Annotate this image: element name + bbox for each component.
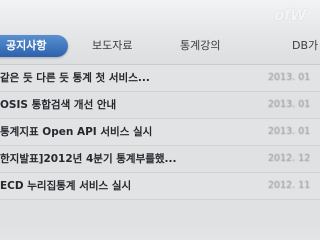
tab-statistics-lectures[interactable]: 통계강의 bbox=[180, 35, 220, 57]
tab-notices[interactable]: 공지사항 bbox=[0, 35, 68, 57]
tab-bar: 공지사항 보도자료 통계강의 DB가 bbox=[0, 28, 320, 65]
notice-title[interactable]: 같은 듯 다른 듯 통계 첫 서비스... bbox=[0, 65, 262, 91]
notice-date: 2013. 01 bbox=[268, 72, 311, 83]
list-item[interactable]: OSIS 통합검색 개선 안내 2013. 01 bbox=[0, 92, 320, 119]
notice-date: 2013. 01 bbox=[268, 126, 311, 137]
notice-date: 2013. 01 bbox=[268, 99, 311, 110]
notice-title[interactable]: OSIS 통합검색 개선 안내 bbox=[0, 92, 262, 118]
list-item[interactable]: 한지발표]2012년 4분기 통계부를했... 2012. 12 bbox=[0, 146, 320, 173]
notice-title[interactable]: 한지발표]2012년 4분기 통계부를했... bbox=[0, 146, 262, 172]
top-strip bbox=[0, 0, 320, 28]
notice-date: 2012. 11 bbox=[268, 180, 311, 191]
tab-press-releases[interactable]: 보도자료 bbox=[92, 35, 132, 57]
list-item[interactable]: ECD 누리집통계 서비스 실시 2012. 11 bbox=[0, 173, 320, 200]
tab-db[interactable]: DB가 bbox=[292, 35, 318, 57]
list-item[interactable]: 같은 듯 다른 듯 통계 첫 서비스... 2013. 01 bbox=[0, 65, 320, 92]
bottom-fade bbox=[0, 222, 320, 240]
notice-title[interactable]: ECD 누리집통계 서비스 실시 bbox=[0, 173, 262, 199]
notice-date: 2012. 12 bbox=[268, 153, 311, 164]
list-item[interactable]: 통계지표 Open API 서비스 실시 2013. 01 bbox=[0, 119, 320, 146]
notice-title[interactable]: 통계지표 Open API 서비스 실시 bbox=[0, 119, 262, 145]
broadcaster-watermark-logo: ofW bbox=[274, 6, 306, 24]
notice-list: 같은 듯 다른 듯 통계 첫 서비스... 2013. 01 OSIS 통합검색… bbox=[0, 65, 320, 200]
